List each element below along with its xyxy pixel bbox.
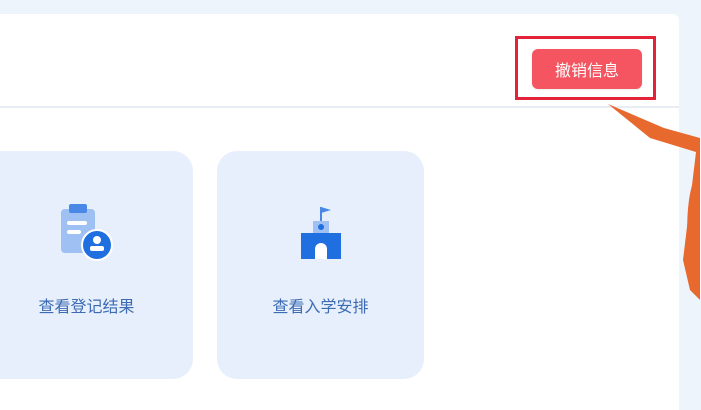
annotation-arrow [608,104,700,300]
